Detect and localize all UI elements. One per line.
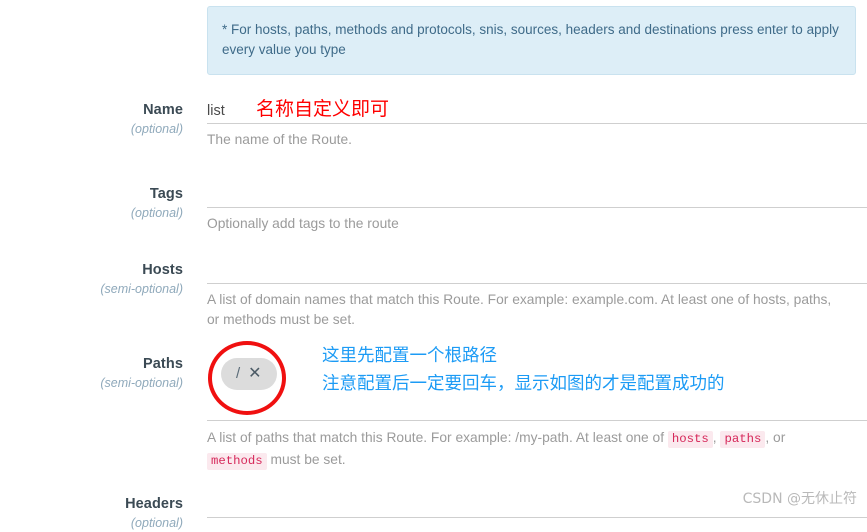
info-banner: * For hosts, paths, methods and protocol… <box>207 6 856 75</box>
field-label-hosts: Hosts (semi-optional) <box>0 261 183 298</box>
field-label-headers: Headers (optional) <box>0 495 183 532</box>
field-label-tags-title: Tags <box>149 186 183 202</box>
paths-help-sep-2: , or <box>765 430 786 445</box>
tags-input[interactable] <box>207 185 867 207</box>
annotation-paths-note-line1: 这里先配置一个根路径 <box>322 346 497 366</box>
field-label-paths-title: Paths <box>143 356 183 372</box>
field-label-headers-title: Headers <box>125 496 183 512</box>
field-tags-container: Optionally add tags to the route <box>207 185 867 234</box>
field-label-name-title: Name <box>143 102 183 118</box>
field-hosts-container: A list of domain names that match this R… <box>207 261 867 329</box>
headers-input-underline <box>207 517 867 518</box>
paths-help-text: A list of paths that match this Route. F… <box>207 422 843 471</box>
field-label-tags-sub: (optional) <box>130 206 183 220</box>
hosts-help-text: A list of domain names that match this R… <box>207 292 832 327</box>
csdn-watermark: CSDN @无休止符 <box>742 491 857 507</box>
code-hosts: hosts <box>667 431 713 448</box>
field-label-hosts-sub: (semi-optional) <box>100 282 183 296</box>
field-label-hosts-title: Hosts <box>142 262 183 278</box>
hosts-input[interactable] <box>207 261 867 283</box>
code-methods: methods <box>207 452 267 470</box>
paths-help-prefix: A list of paths that match this Route. F… <box>207 430 668 445</box>
field-label-name-sub: (optional) <box>130 122 183 136</box>
info-banner-text: * For hosts, paths, methods and protocol… <box>222 22 839 57</box>
tags-help-text: Optionally add tags to the route <box>207 216 399 231</box>
paths-input-underline <box>207 420 867 421</box>
code-paths: paths <box>720 431 766 448</box>
annotation-name-note: 名称自定义即可 <box>256 98 390 120</box>
field-label-tags: Tags (optional) <box>0 185 183 222</box>
paths-help-suffix: must be set. <box>266 451 346 467</box>
field-label-name: Name (optional) <box>0 101 183 138</box>
field-label-paths: Paths (semi-optional) <box>0 355 183 392</box>
name-help-text: The name of the Route. <box>207 132 352 147</box>
field-label-paths-sub: (semi-optional) <box>100 376 183 390</box>
annotation-circle-paths <box>208 341 286 415</box>
annotation-paths-note-line2: 注意配置后一定要回车，显示如图的才是配置成功的 <box>322 374 725 394</box>
